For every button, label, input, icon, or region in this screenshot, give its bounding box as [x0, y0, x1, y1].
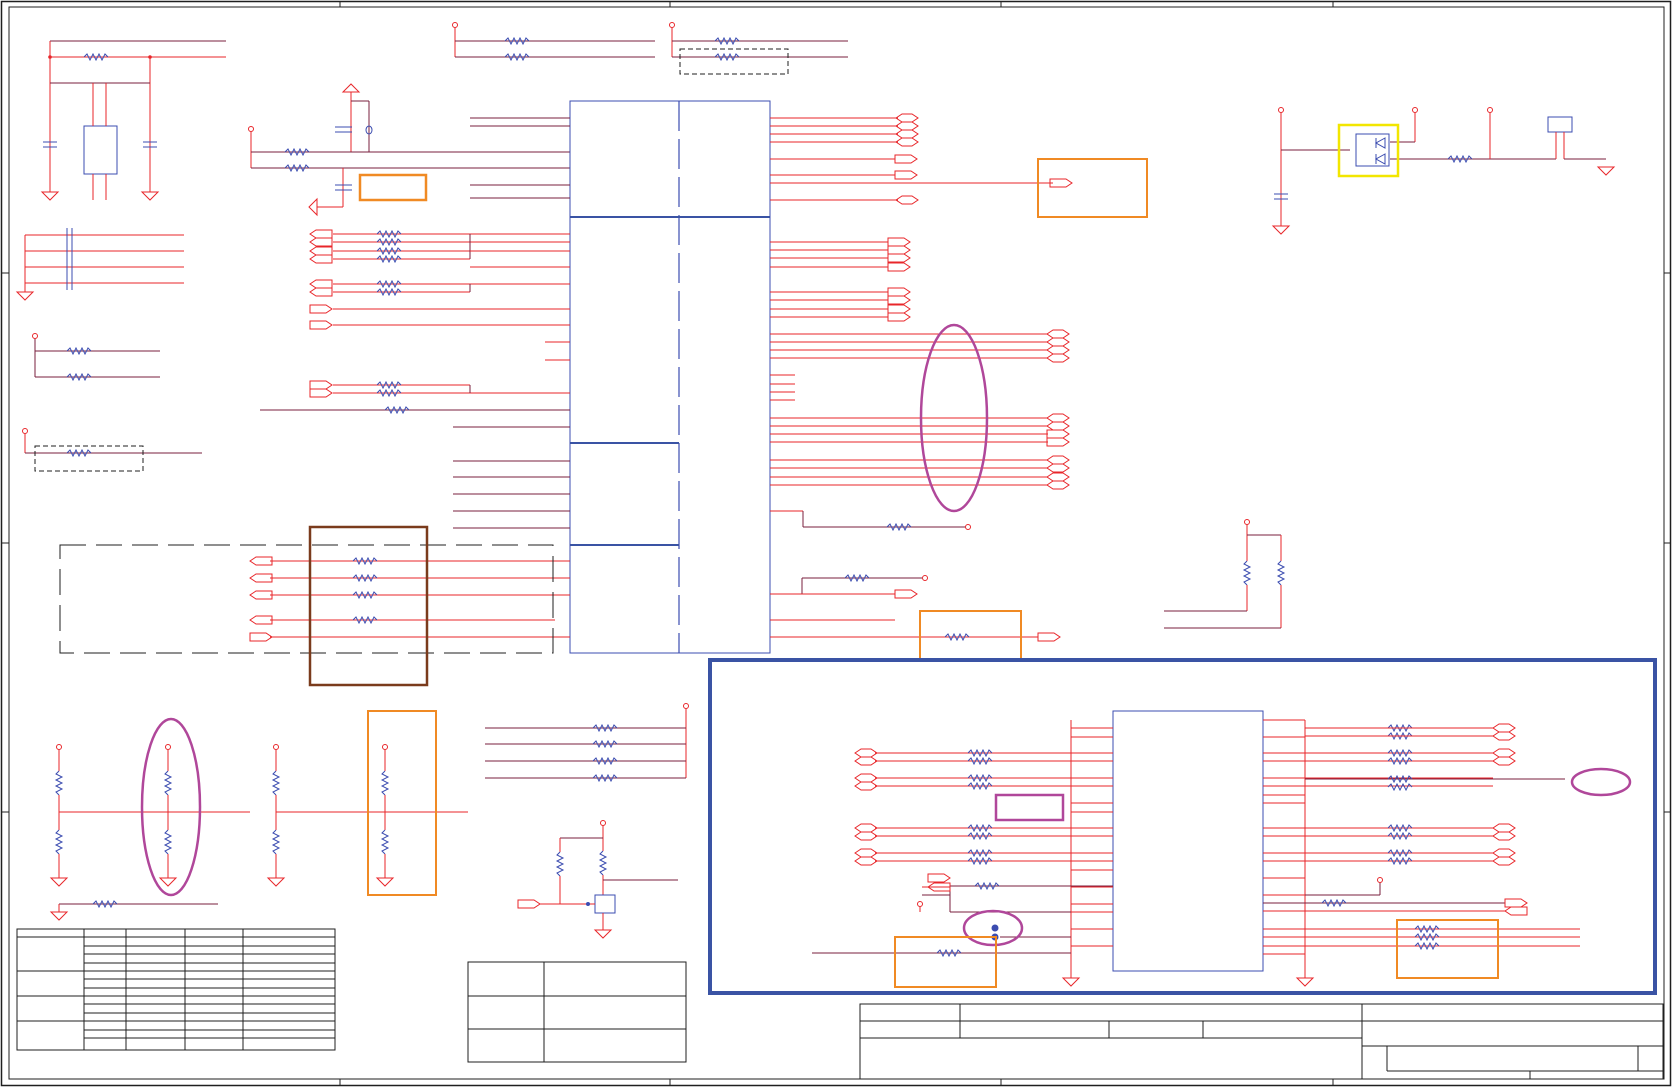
schematic-sheet — [0, 0, 1672, 1087]
